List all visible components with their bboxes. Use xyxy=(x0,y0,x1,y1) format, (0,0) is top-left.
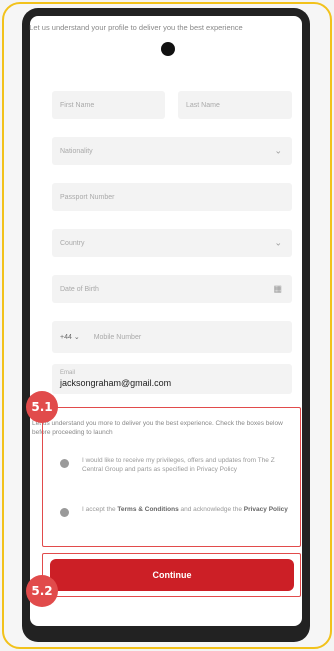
last-name-input[interactable]: Last Name xyxy=(178,91,292,119)
dob-placeholder: Date of Birth xyxy=(60,285,99,293)
chevron-down-icon: ⌄ xyxy=(274,237,282,248)
chevron-down-icon: ⌄ xyxy=(73,334,80,341)
mobile-input[interactable]: +44 ⌄ Mobile Number xyxy=(52,321,292,353)
passport-input[interactable]: Passport Number xyxy=(52,183,292,211)
email-input[interactable]: Email jacksongraham@gmail.com xyxy=(52,364,292,394)
passport-placeholder: Passport Number xyxy=(60,193,115,201)
first-name-input[interactable]: First Name xyxy=(52,91,165,119)
nationality-select[interactable]: Nationality ⌄ xyxy=(52,137,292,165)
mobile-placeholder: Mobile Number xyxy=(93,333,142,341)
step-badge-5-2: 5.2 xyxy=(26,575,58,607)
intro-text: Let us understand your profile to delive… xyxy=(29,23,243,32)
country-select[interactable]: Country ⌄ xyxy=(52,229,292,257)
country-code-select[interactable]: +44 ⌄ xyxy=(60,333,80,341)
email-value: jacksongraham@gmail.com xyxy=(60,378,172,388)
calendar-icon[interactable]: ▦ xyxy=(273,284,282,295)
dob-input[interactable]: Date of Birth ▦ xyxy=(52,275,292,303)
consent-highlight-box xyxy=(42,407,301,547)
chevron-down-icon: ⌄ xyxy=(274,145,282,156)
email-label: Email xyxy=(60,370,76,376)
first-name-placeholder: First Name xyxy=(60,101,95,109)
last-name-placeholder: Last Name xyxy=(186,101,220,109)
camera-notch xyxy=(161,42,175,56)
country-placeholder: Country xyxy=(60,239,85,247)
nationality-placeholder: Nationality xyxy=(60,147,93,155)
step-badge-5-1: 5.1 xyxy=(26,391,58,423)
country-code-value: +44 xyxy=(60,334,72,341)
continue-button[interactable]: Continue xyxy=(50,559,294,591)
